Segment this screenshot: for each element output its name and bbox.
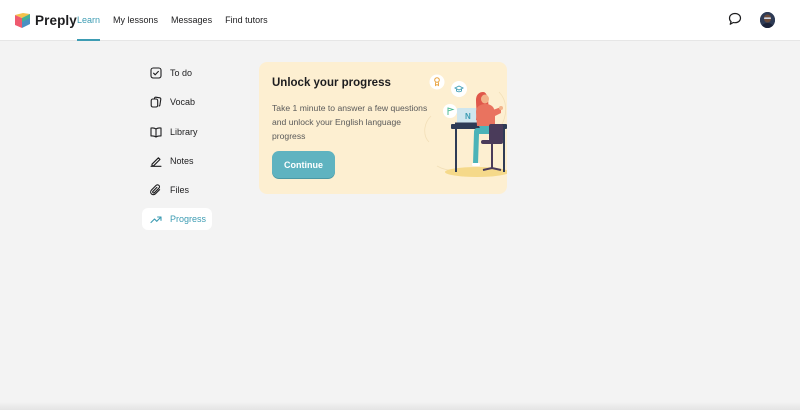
sidebar-item-files[interactable]: Files [142, 179, 214, 201]
continue-button[interactable]: Continue [272, 151, 335, 178]
trend-up-icon [150, 213, 162, 225]
svg-text:N: N [465, 112, 471, 121]
card-title: Unlock your progress [272, 77, 391, 89]
preply-logo[interactable]: Preply [15, 12, 77, 29]
chat-bubble-icon[interactable] [728, 12, 742, 26]
sidebar-item-label: Progress [170, 214, 207, 225]
nav-my-lessons[interactable]: My lessons [113, 0, 158, 41]
nav-messages[interactable]: Messages [171, 0, 212, 41]
user-avatar[interactable] [760, 12, 775, 28]
student-at-desk-illustration: N [424, 74, 507, 177]
unlock-progress-card: Unlock your progress Take 1 minute to an… [259, 62, 507, 194]
paperclip-icon [150, 184, 162, 196]
sidebar-item-notes[interactable]: Notes [142, 150, 214, 172]
checkbox-icon [150, 67, 162, 79]
sidebar-item-label: Files [170, 185, 190, 196]
sidebar-item-label: Notes [170, 155, 194, 166]
card-description: Take 1 minute to answer a few questions … [272, 103, 428, 141]
learn-sidebar: To do Vocab Library Notes Files Progress [142, 62, 214, 238]
pencil-icon [150, 155, 162, 167]
sidebar-item-library[interactable]: Library [142, 121, 214, 143]
book-icon [150, 126, 162, 138]
sidebar-item-label: Library [170, 126, 198, 137]
sidebar-item-label: Vocab [170, 97, 196, 108]
nav-learn[interactable]: Learn [77, 0, 101, 41]
brand-name: Preply [35, 13, 77, 28]
sidebar-item-todo[interactable]: To do [142, 62, 214, 84]
top-bar: Preply Learn My lessons Messages Find tu… [0, 0, 800, 41]
sidebar-item-label: To do [170, 68, 193, 78]
preply-logo-icon [15, 13, 30, 28]
sidebar-item-vocab[interactable]: Vocab [142, 91, 214, 113]
nav-find-tutors[interactable]: Find tutors [225, 0, 268, 41]
main-nav: Learn My lessons Messages Find tutors [77, 0, 281, 41]
bottom-edge [0, 402, 800, 410]
sidebar-item-progress[interactable]: Progress [142, 208, 212, 231]
cards-icon [150, 96, 162, 108]
